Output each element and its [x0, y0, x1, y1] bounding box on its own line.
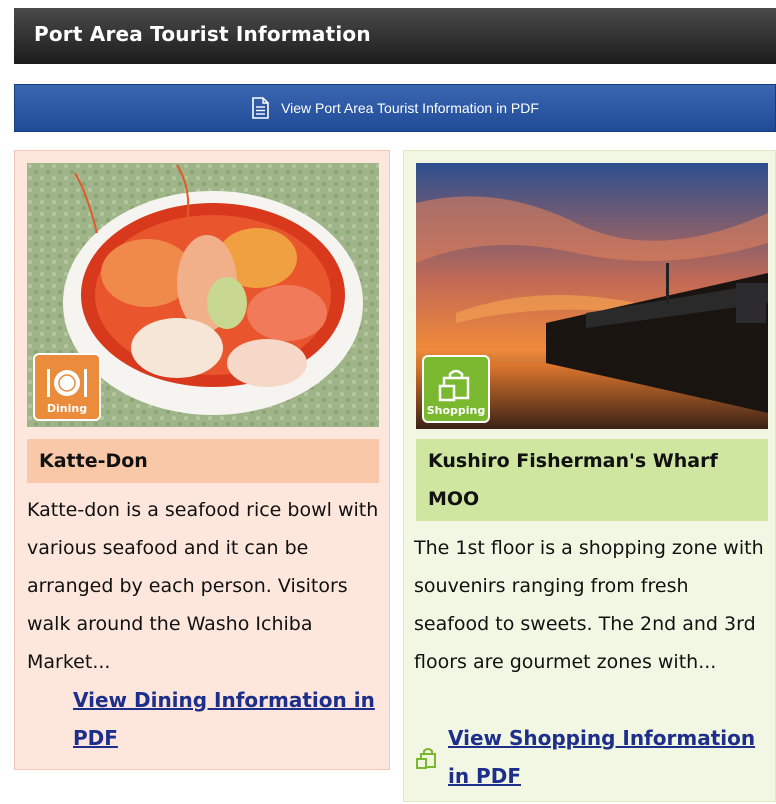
document-icon [252, 97, 269, 119]
shopping-description: The 1st floor is a shopping zone with so… [414, 537, 764, 673]
shopping-pdf-link[interactable]: View Shopping Information in PDF [448, 719, 768, 795]
dining-card: Dining Katte-Don Katte-don is a seafood … [14, 150, 390, 770]
dining-badge: Dining [33, 353, 101, 421]
shopping-badge: Shopping [422, 355, 490, 423]
plate-fork-knife-icon [47, 369, 87, 397]
dining-title: Katte-Don [27, 439, 379, 483]
section-header: Port Area Tourist Information [14, 8, 776, 64]
shopping-card: Shopping Kushiro Fisherman's Wharf MOO T… [403, 150, 776, 802]
shopping-title: Kushiro Fisherman's Wharf MOO [416, 439, 768, 521]
section-title: Port Area Tourist Information [34, 22, 371, 46]
view-pdf-button[interactable]: View Port Area Tourist Information in PD… [14, 84, 776, 132]
dining-pdf-link[interactable]: View Dining Information in PDF [73, 681, 383, 757]
shopping-photo: Shopping [416, 163, 768, 429]
view-pdf-label: View Port Area Tourist Information in PD… [281, 100, 539, 116]
dining-photo: Dining [27, 163, 379, 427]
dining-badge-label: Dining [46, 402, 88, 415]
shopping-badge-label: Shopping [426, 404, 486, 417]
dining-description: Katte-don is a seafood rice bowl with va… [27, 499, 379, 673]
shopping-bag-icon [416, 748, 436, 769]
shopping-bag-icon [438, 369, 470, 402]
